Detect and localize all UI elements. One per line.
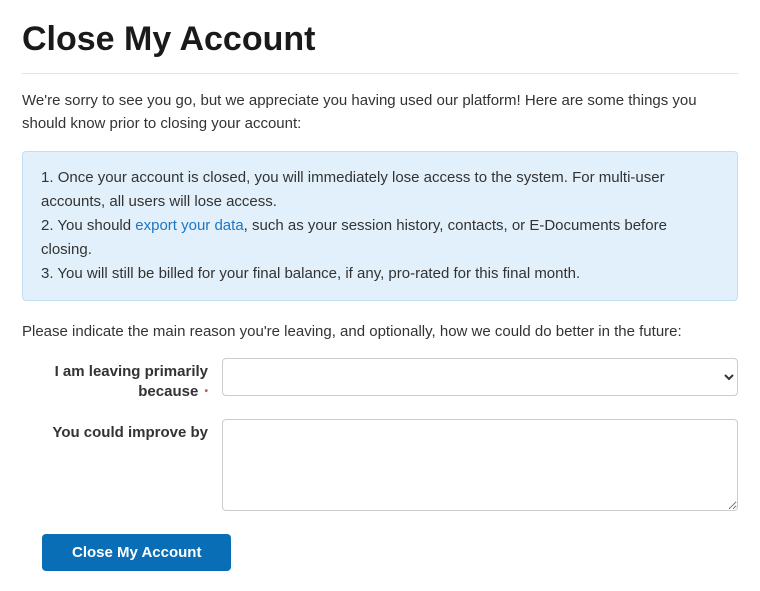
reason-row: I am leaving primarily because • [22, 358, 738, 401]
close-account-button[interactable]: Close My Account [42, 534, 231, 571]
notice-2-prefix: 2. [41, 217, 57, 234]
page-title: Close My Account [22, 20, 738, 59]
notice-1-prefix: 1. [41, 169, 58, 186]
improve-label-container: You could improve by [22, 419, 222, 516]
reason-label-container: I am leaving primarily because • [22, 358, 222, 401]
notice-1-text: Once your account is closed, you will im… [41, 169, 665, 210]
notice-2-before: You should [57, 217, 135, 234]
divider [22, 73, 738, 74]
export-data-link[interactable]: export your data [135, 217, 243, 234]
notice-item-2: 2. You should export your data, such as … [41, 214, 719, 262]
notice-item-3: 3. You will still be billed for your fin… [41, 262, 719, 286]
reason-prompt: Please indicate the main reason you're l… [22, 323, 738, 340]
required-marker: • [204, 386, 208, 397]
reason-select[interactable] [222, 358, 738, 396]
improve-label: You could improve by [52, 424, 208, 441]
intro-text: We're sorry to see you go, but we apprec… [22, 90, 738, 135]
notice-item-1: 1. Once your account is closed, you will… [41, 166, 719, 214]
reason-label: I am leaving primarily because [55, 363, 208, 400]
improve-row: You could improve by [22, 419, 738, 516]
notice-3-text: You will still be billed for your final … [57, 265, 580, 282]
notice-box: 1. Once your account is closed, you will… [22, 151, 738, 301]
improve-textarea[interactable] [222, 419, 738, 511]
notice-3-prefix: 3. [41, 265, 57, 282]
